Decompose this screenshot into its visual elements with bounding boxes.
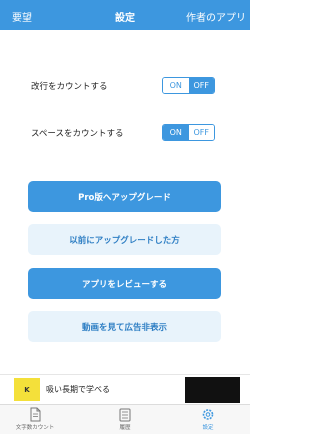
pro-upgrade-button[interactable]: Pro版へアップグレード [28,181,221,212]
ad-text: 吸い長期で学べる [46,385,110,394]
navigation-bar: 要望 設定 作者のアプリ [0,4,250,30]
count-newlines-on-option[interactable]: ON [163,78,189,93]
tab-bar: 文字数カウント 履歴 設定 [0,404,250,434]
watch-video-remove-ads-button[interactable]: 動画を見て広告非表示 [28,311,221,342]
tab-settings[interactable]: 設定 [173,407,243,431]
count-spaces-on-option[interactable]: ON [163,125,189,140]
gear-icon [173,407,243,422]
count-newlines-off-option[interactable]: OFF [188,78,214,93]
count-newlines-toggle[interactable]: ON OFF [162,77,215,94]
count-spaces-label: スペースをカウントする [31,129,124,139]
ad-logo: K [14,378,40,401]
review-app-button[interactable]: アプリをレビューする [28,268,221,299]
tab-history-label: 履歴 [119,425,131,431]
author-apps-button[interactable]: 作者のアプリ [186,9,246,24]
tab-history[interactable]: 履歴 [90,407,160,431]
document-icon [0,407,70,422]
count-spaces-off-option[interactable]: OFF [188,125,214,140]
tab-character-count-label: 文字数カウント [15,425,55,431]
count-newlines-label: 改行をカウントする [31,82,108,92]
history-icon [90,407,160,422]
tab-settings-label: 設定 [202,425,214,431]
count-spaces-toggle[interactable]: ON OFF [162,124,215,141]
tab-character-count[interactable]: 文字数カウント [0,407,70,431]
ad-image [185,377,240,403]
restore-purchase-button[interactable]: 以前にアップグレードした方 [28,224,221,255]
ad-banner[interactable]: K 吸い長期で学べる [0,374,250,404]
